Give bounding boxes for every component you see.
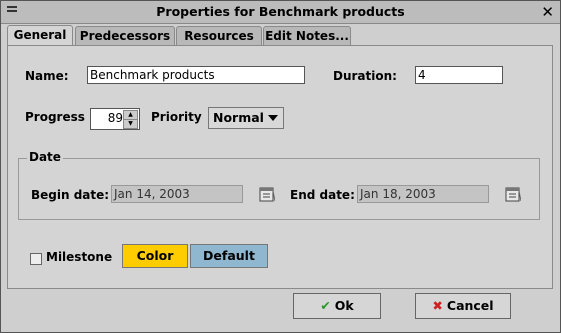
date-group-label: Date (27, 150, 63, 164)
x-icon: ✖ (432, 298, 443, 313)
ok-label: Ok (334, 298, 354, 313)
date-group: Date Begin date: Jan 14, 2003 End date: … (18, 150, 540, 220)
end-date-field[interactable]: Jan 18, 2003 (357, 185, 489, 203)
priority-select[interactable]: Normal (208, 107, 284, 129)
progress-label: Progress (25, 110, 85, 124)
progress-value[interactable]: 89 (108, 111, 123, 125)
tab-edit-notes[interactable]: Edit Notes... (263, 26, 351, 46)
name-field[interactable]: Benchmark products (87, 66, 305, 84)
spinner-down-icon[interactable]: ▼ (123, 119, 138, 129)
chevron-down-icon (268, 115, 278, 121)
tab-general[interactable]: General (7, 25, 73, 46)
cancel-label: Cancel (446, 298, 494, 313)
duration-field[interactable]: 4 (415, 66, 503, 84)
cancel-button[interactable]: ✖ Cancel (415, 293, 511, 319)
tab-resources[interactable]: Resources (176, 26, 262, 46)
duration-label: Duration: (333, 69, 397, 83)
ok-button[interactable]: ✔ Ok (293, 293, 381, 319)
end-date-label: End date: (290, 188, 355, 202)
progress-spinner[interactable]: 89 ▲ ▼ (90, 108, 140, 130)
priority-value: Normal (213, 110, 264, 125)
calendar-icon[interactable] (259, 186, 275, 202)
color-button[interactable]: Color (122, 244, 188, 268)
priority-label: Priority (151, 110, 202, 124)
milestone-label[interactable]: Milestone (46, 250, 112, 264)
general-panel: Name: Benchmark products Duration: 4 Pro… (7, 45, 553, 289)
begin-date-field[interactable]: Jan 14, 2003 (111, 185, 243, 203)
tab-predecessors[interactable]: Predecessors (75, 26, 175, 46)
milestone-checkbox[interactable] (30, 253, 42, 265)
checkmark-icon: ✔ (320, 298, 331, 313)
name-label: Name: (25, 69, 69, 83)
default-color-button[interactable]: Default (190, 244, 268, 268)
calendar-icon[interactable] (505, 186, 521, 202)
dialog-footer: ✔ Ok ✖ Cancel (1, 288, 560, 332)
close-icon[interactable]: ✕ (541, 3, 554, 21)
window-title: Properties for Benchmark products (156, 4, 405, 19)
title-bar[interactable]: Properties for Benchmark products ✕ (1, 1, 560, 24)
begin-date-label: Begin date: (31, 188, 110, 202)
properties-dialog: Properties for Benchmark products ✕ Gene… (0, 0, 561, 333)
